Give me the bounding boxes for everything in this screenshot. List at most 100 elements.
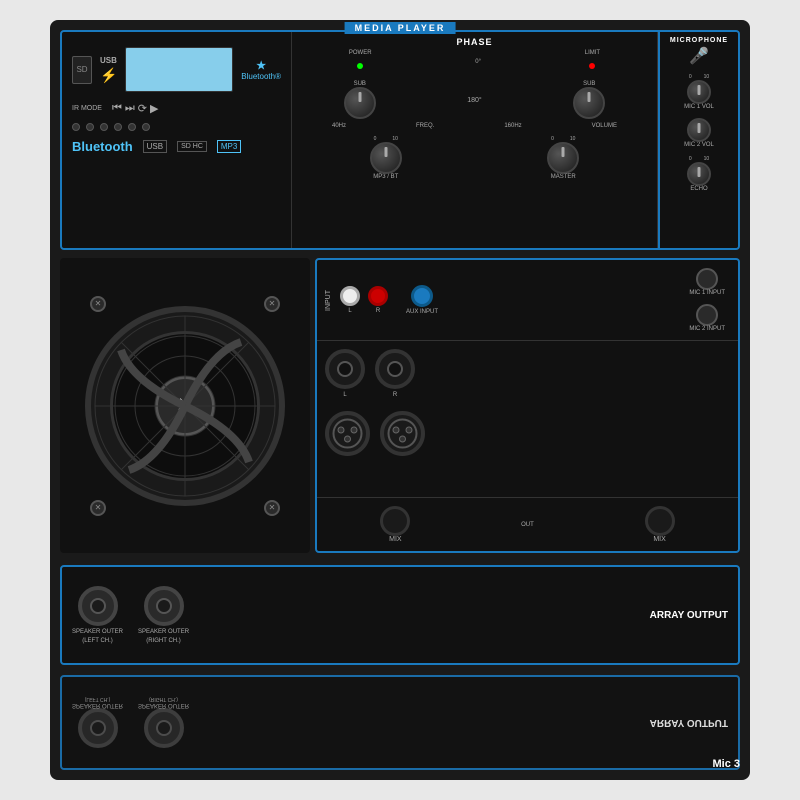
echo-knob[interactable]	[687, 162, 711, 186]
aux-group: AUX INPUT	[406, 285, 438, 315]
mix-right-group: MIX	[645, 506, 675, 543]
trs-right[interactable]	[375, 349, 415, 389]
rca-red-connector[interactable]	[368, 286, 388, 306]
mp3-badge: MP3	[217, 140, 241, 153]
rca-red-group: R	[368, 286, 388, 314]
xlr-left[interactable]	[325, 411, 370, 456]
top-panel: MEDIA PLAYER SD USB ⚡ ★ B	[60, 30, 740, 250]
mode-dot-5[interactable]	[128, 123, 136, 131]
reflected-inner: SPEAKER OUTER (LEFT CH.) SPEAKER OUTER (…	[62, 677, 738, 768]
reflected-label-left: SPEAKER OUTER	[72, 703, 123, 709]
speaker-left-group: SPEAKER OUTER (LEFT CH.)	[72, 586, 123, 644]
phase-label: PHASE	[297, 37, 652, 47]
mode-dot-4[interactable]	[114, 123, 122, 131]
mix-left-connector[interactable]	[380, 506, 410, 536]
sub-knob-left[interactable]	[344, 87, 376, 119]
ir-mode-label: IR MODE	[72, 105, 102, 112]
main-area: ✕ ✕ ✕ ✕	[60, 258, 740, 553]
reflected-ch-left: (LEFT CH.)	[85, 697, 110, 703]
sub-knob-right-group: SUB	[573, 81, 605, 119]
180-label: 180°	[467, 97, 481, 104]
sub-knob-left-group: SUB	[344, 81, 376, 119]
mic1-vol-knob[interactable]	[687, 80, 711, 104]
master-label: MASTER	[551, 174, 576, 180]
bolt-bottom-right: ✕	[264, 500, 280, 516]
mode-dot-6[interactable]	[142, 123, 150, 131]
mic1-input-label: MIC 1 INPUT	[689, 290, 725, 296]
left-section: SD USB ⚡ ★ Bluetooth® IR MODE ⏮	[62, 32, 292, 248]
mp3bt-label: MP3 / BT	[373, 174, 398, 180]
rca-white-connector[interactable]	[340, 286, 360, 306]
mic-section: MICROPHONE 🎤 0 10 MIC 1 VOL MIC 2 VOL	[658, 32, 738, 248]
mic2-vol-group: MIC 2 VOL	[665, 118, 733, 148]
reflected-array-label: ARRAY OUTPUT	[650, 717, 728, 728]
mix-right-connector[interactable]	[645, 506, 675, 536]
dot-row	[62, 123, 291, 131]
mode-dot-2[interactable]	[86, 123, 94, 131]
mp3bt-knob-group: 0 10 MP3 / BT	[370, 136, 402, 180]
prev-button[interactable]: ⏮	[112, 102, 122, 115]
trs-left[interactable]	[325, 349, 365, 389]
speaker-output-panel: SPEAKER OUTER (LEFT CH.) SPEAKER OUTER (…	[60, 565, 740, 665]
right-section: PHASE POWER 0° LIMIT	[292, 32, 738, 248]
master-knob[interactable]	[547, 142, 579, 174]
speaker-right-inner	[156, 598, 172, 614]
speaker-right-label: SPEAKER OUTER	[138, 629, 189, 635]
xlr-row: L R	[317, 341, 738, 406]
device-panel: MEDIA PLAYER SD USB ⚡ ★ B	[50, 20, 750, 780]
freq-label: FREQ.	[416, 123, 434, 129]
reflected-jack-left	[78, 709, 118, 749]
next-button[interactable]: ⏭	[125, 102, 135, 115]
xlr-left-svg	[330, 416, 365, 451]
mic2-vol-knob[interactable]	[687, 118, 711, 142]
speaker-left-ch: (LEFT CH.)	[82, 638, 113, 644]
power-label: POWER	[349, 50, 372, 56]
phase-section: PHASE POWER 0° LIMIT	[292, 32, 658, 248]
trs-l-group: L	[325, 349, 365, 398]
mode-dot-1[interactable]	[72, 123, 80, 131]
speaker-right-group: SPEAKER OUTER (RIGHT CH.)	[138, 586, 189, 644]
fan-circle: ✕	[85, 306, 285, 506]
mic1-input-group: MIC 1 INPUT	[689, 268, 725, 296]
input-label: INPUT	[325, 290, 332, 311]
speaker-left-label: SPEAKER OUTER	[72, 629, 123, 635]
echo-group: 0 10 ECHO	[665, 156, 733, 192]
mic2-input-group: MIC 2 INPUT	[689, 304, 725, 332]
trs-r-label: R	[393, 392, 397, 398]
bolt-bottom-left: ✕	[90, 500, 106, 516]
mic1-vol-group: 0 10 MIC 1 VOL	[665, 74, 733, 110]
bluetooth-icon: ★	[256, 59, 266, 72]
mic2-input-label: MIC 2 INPUT	[689, 326, 725, 332]
40hz-label: 40Hz	[332, 123, 346, 129]
reflected-ch-right: (RIGHT CH.)	[149, 697, 178, 703]
mic1-input-jack[interactable]	[696, 268, 718, 290]
mix-out-row: MIX OUT MIX	[317, 497, 738, 551]
reflected-panel: SPEAKER OUTER (LEFT CH.) SPEAKER OUTER (…	[60, 675, 740, 770]
reflected-jack-right	[144, 709, 184, 749]
usb-display-area: SD USB ⚡ ★ Bluetooth®	[62, 32, 291, 97]
power-led	[357, 63, 363, 69]
sdhc-badge: SD HC	[177, 141, 207, 152]
play-button[interactable]: ▶	[150, 102, 158, 115]
aux-connector[interactable]	[411, 285, 433, 307]
aux-input-label: AUX INPUT	[406, 309, 438, 315]
master-knob-group: 0 10 MASTER	[547, 136, 579, 180]
usb-badge: USB	[143, 140, 167, 153]
mic2-input-jack[interactable]	[696, 304, 718, 326]
mic2-vol-label: MIC 2 VOL	[684, 142, 714, 148]
echo-label: ECHO	[690, 186, 707, 192]
mode-dot-3[interactable]	[100, 123, 108, 131]
repeat-button[interactable]: ⟳	[138, 102, 147, 115]
reflected-label-right: SPEAKER OUTER	[138, 703, 189, 709]
xlr-right-svg	[385, 416, 420, 451]
xlr-right[interactable]	[380, 411, 425, 456]
sub-knob-right[interactable]	[573, 87, 605, 119]
sd-card-icon: SD	[76, 65, 87, 74]
mic1-vol-label: MIC 1 VOL	[684, 104, 714, 110]
speaker-right-jack[interactable]	[144, 586, 184, 626]
microphone-label: MICROPHONE	[665, 37, 733, 44]
limit-led	[589, 63, 595, 69]
lcd-display	[125, 47, 233, 92]
speaker-left-jack[interactable]	[78, 586, 118, 626]
mp3bt-knob[interactable]	[370, 142, 402, 174]
